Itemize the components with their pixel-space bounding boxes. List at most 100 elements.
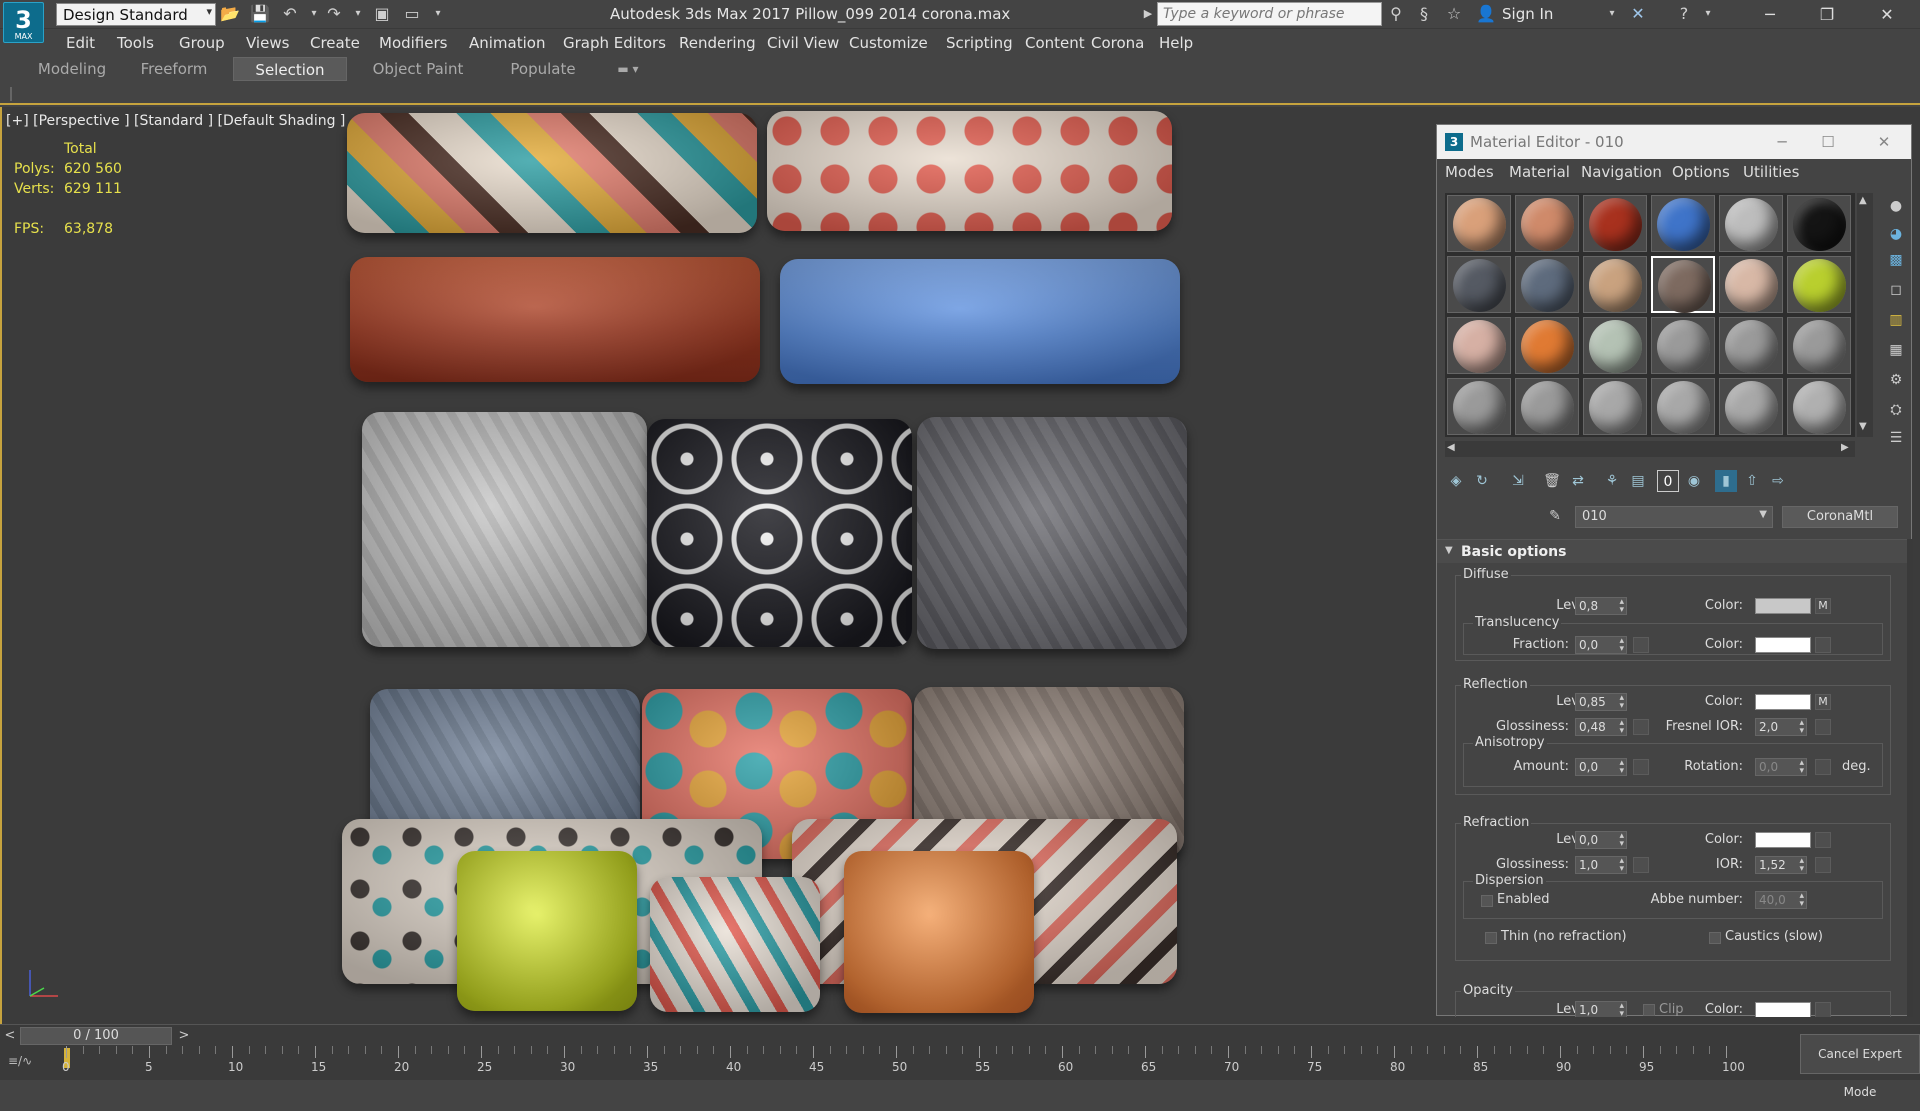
tab-selection[interactable]: Selection <box>233 57 347 81</box>
material-type-button[interactable]: CoronaMtl <box>1782 506 1898 528</box>
material-slot[interactable] <box>1447 256 1511 313</box>
close-button[interactable]: ✕ <box>1864 0 1910 29</box>
select-by-material-icon[interactable]: ⛭ <box>1885 399 1907 421</box>
menu-edit[interactable]: Edit <box>66 34 95 52</box>
reset-map-icon[interactable]: 🗑 <box>1541 470 1563 492</box>
material-slot[interactable] <box>1447 378 1511 435</box>
ribbon-options-icon[interactable]: ▬ ▾ <box>608 57 648 81</box>
me-menu-modes[interactable]: Modes <box>1445 163 1494 181</box>
reflection-map-button[interactable]: M <box>1815 694 1831 710</box>
pillow-black-damask[interactable] <box>647 419 912 647</box>
pillow-red-leather[interactable] <box>350 257 760 382</box>
spinner-arrows-icon[interactable]: ▴ ▾ <box>1619 857 1624 874</box>
material-slot[interactable] <box>1583 317 1647 374</box>
glossiness-map-button[interactable] <box>1633 719 1649 735</box>
material-slot[interactable] <box>1583 195 1647 252</box>
material-params-scrollbar[interactable] <box>1907 539 1913 1017</box>
menu-corona[interactable]: Corona <box>1091 34 1144 52</box>
pillow-blue-velvet[interactable] <box>780 259 1180 384</box>
track-bar[interactable]: 0 5 10 15 20 25 30 35 40 45 50 55 60 65 70 75 80 85 90 95 10… <box>0 1046 1920 1080</box>
me-menu-utilities[interactable]: Utilities <box>1743 163 1799 181</box>
material-slot[interactable] <box>1583 256 1647 313</box>
material-slot[interactable] <box>1787 195 1851 252</box>
workspace-dropdown[interactable]: Design Standard ▾ <box>56 3 216 26</box>
sign-in-link[interactable]: Sign In <box>1502 5 1553 23</box>
scroll-up-icon[interactable]: ▲ <box>1859 195 1867 206</box>
material-slot[interactable] <box>1787 317 1851 374</box>
spinner-arrows-icon[interactable]: ▴ ▾ <box>1799 719 1804 736</box>
material-slot[interactable] <box>1787 378 1851 435</box>
menu-graph-editors[interactable]: Graph Editors <box>563 34 666 52</box>
save-file-icon[interactable]: 💾 <box>250 4 270 24</box>
fraction-map-button[interactable] <box>1633 637 1649 653</box>
anisotropy-map-button[interactable] <box>1633 759 1649 775</box>
material-slot[interactable] <box>1719 256 1783 313</box>
pillow-triangle-pattern[interactable] <box>650 877 820 1012</box>
open-file-icon[interactable]: 📂 <box>220 4 240 24</box>
material-slot[interactable] <box>1515 256 1579 313</box>
refraction-glossiness-spinner[interactable]: 1,0 ▴ ▾ <box>1575 856 1627 874</box>
material-slot[interactable] <box>1651 195 1715 252</box>
put-to-scene-icon[interactable]: ↻ <box>1471 470 1493 492</box>
thin-checkbox[interactable] <box>1485 932 1497 944</box>
menu-scripting[interactable]: Scripting <box>946 34 1013 52</box>
material-slot[interactable] <box>1447 317 1511 374</box>
tab-populate[interactable]: Populate <box>490 57 596 81</box>
video-color-check-icon[interactable]: ▥ <box>1885 309 1907 331</box>
material-slot[interactable] <box>1719 378 1783 435</box>
menu-rendering[interactable]: Rendering <box>679 34 756 52</box>
get-material-icon[interactable]: ◈ <box>1445 470 1467 492</box>
caustics-checkbox[interactable] <box>1709 932 1721 944</box>
diffuse-map-button[interactable]: M <box>1815 598 1831 614</box>
cancel-expert-mode-button[interactable]: Cancel Expert Mode <box>1800 1034 1920 1099</box>
me-maximize-button[interactable]: ☐ <box>1813 129 1843 155</box>
material-slot[interactable] <box>1447 195 1511 252</box>
prev-frame-icon[interactable]: < <box>2 1027 18 1045</box>
help-dropdown-icon[interactable]: ▾ <box>1698 4 1718 24</box>
menu-animation[interactable]: Animation <box>469 34 545 52</box>
material-id-channel-icon[interactable]: ▤ <box>1627 470 1649 492</box>
spinner-arrows-icon[interactable]: ▴ ▾ <box>1619 694 1624 711</box>
me-menu-material[interactable]: Material <box>1509 163 1570 181</box>
redo-dropdown-icon[interactable]: ▾ <box>348 4 368 24</box>
spinner-arrows-icon[interactable]: ▴ ▾ <box>1619 598 1624 615</box>
exchange-apps-icon[interactable]: ✕ <box>1628 4 1648 24</box>
rotation-map-button[interactable] <box>1815 759 1831 775</box>
make-preview-icon[interactable]: ▦ <box>1885 339 1907 361</box>
material-slot[interactable] <box>1651 317 1715 374</box>
restore-button[interactable]: ❐ <box>1804 0 1850 29</box>
diffuse-color-swatch[interactable] <box>1755 598 1811 614</box>
refraction-map-button[interactable] <box>1815 832 1831 848</box>
translucency-map-button[interactable] <box>1815 637 1831 653</box>
viewport-label[interactable]: [+] [Perspective ] [Standard ] [Default … <box>6 113 345 129</box>
abbe-number-spinner[interactable]: 40,0 ▴ ▾ <box>1755 891 1807 909</box>
refraction-glossiness-map-button[interactable] <box>1633 857 1649 873</box>
material-editor-titlebar[interactable]: 3 Material Editor - 010 ─ ☐ ✕ <box>1437 125 1911 159</box>
search-input[interactable]: Type a keyword or phrase <box>1157 2 1382 26</box>
reflection-level-spinner[interactable]: 0,85 ▴ ▾ <box>1575 693 1627 711</box>
material-slot[interactable] <box>1651 378 1715 435</box>
app-logo[interactable]: 3 MAX <box>3 2 44 43</box>
pillow-circle-pattern[interactable] <box>767 111 1172 231</box>
sign-in-dropdown-icon[interactable]: ▾ <box>1602 4 1622 24</box>
fresnel-ior-spinner[interactable]: 2,0 ▴ ▾ <box>1755 718 1807 736</box>
ior-spinner[interactable]: 1,52 ▴ ▾ <box>1755 856 1807 874</box>
reflection-color-swatch[interactable] <box>1755 694 1811 710</box>
tab-freeform[interactable]: Freeform <box>124 57 224 81</box>
me-close-button[interactable]: ✕ <box>1869 129 1899 155</box>
pillow-gray-knit[interactable] <box>917 417 1187 649</box>
material-slot[interactable] <box>1651 256 1715 313</box>
basic-options-rollout[interactable]: ▼ Basic options <box>1437 539 1907 563</box>
workspace-layout-icon[interactable]: ▭ <box>402 4 422 24</box>
undo-icon[interactable]: ↶ <box>280 4 300 24</box>
pillow-diamond-pattern[interactable] <box>347 113 757 233</box>
go-to-parent-icon[interactable]: ⇧ <box>1741 470 1763 492</box>
sample-slots-hscroll[interactable]: ◀ ▶ <box>1445 441 1855 457</box>
menu-views[interactable]: Views <box>246 34 289 52</box>
opacity-level-spinner[interactable]: 1,0 ▴ ▾ <box>1575 1001 1627 1017</box>
put-to-library-icon[interactable]: ⚘ <box>1601 470 1623 492</box>
material-slot[interactable] <box>1719 317 1783 374</box>
menu-customize[interactable]: Customize <box>849 34 928 52</box>
menu-content[interactable]: Content <box>1025 34 1085 52</box>
user-icon[interactable]: 👤 <box>1476 4 1496 24</box>
